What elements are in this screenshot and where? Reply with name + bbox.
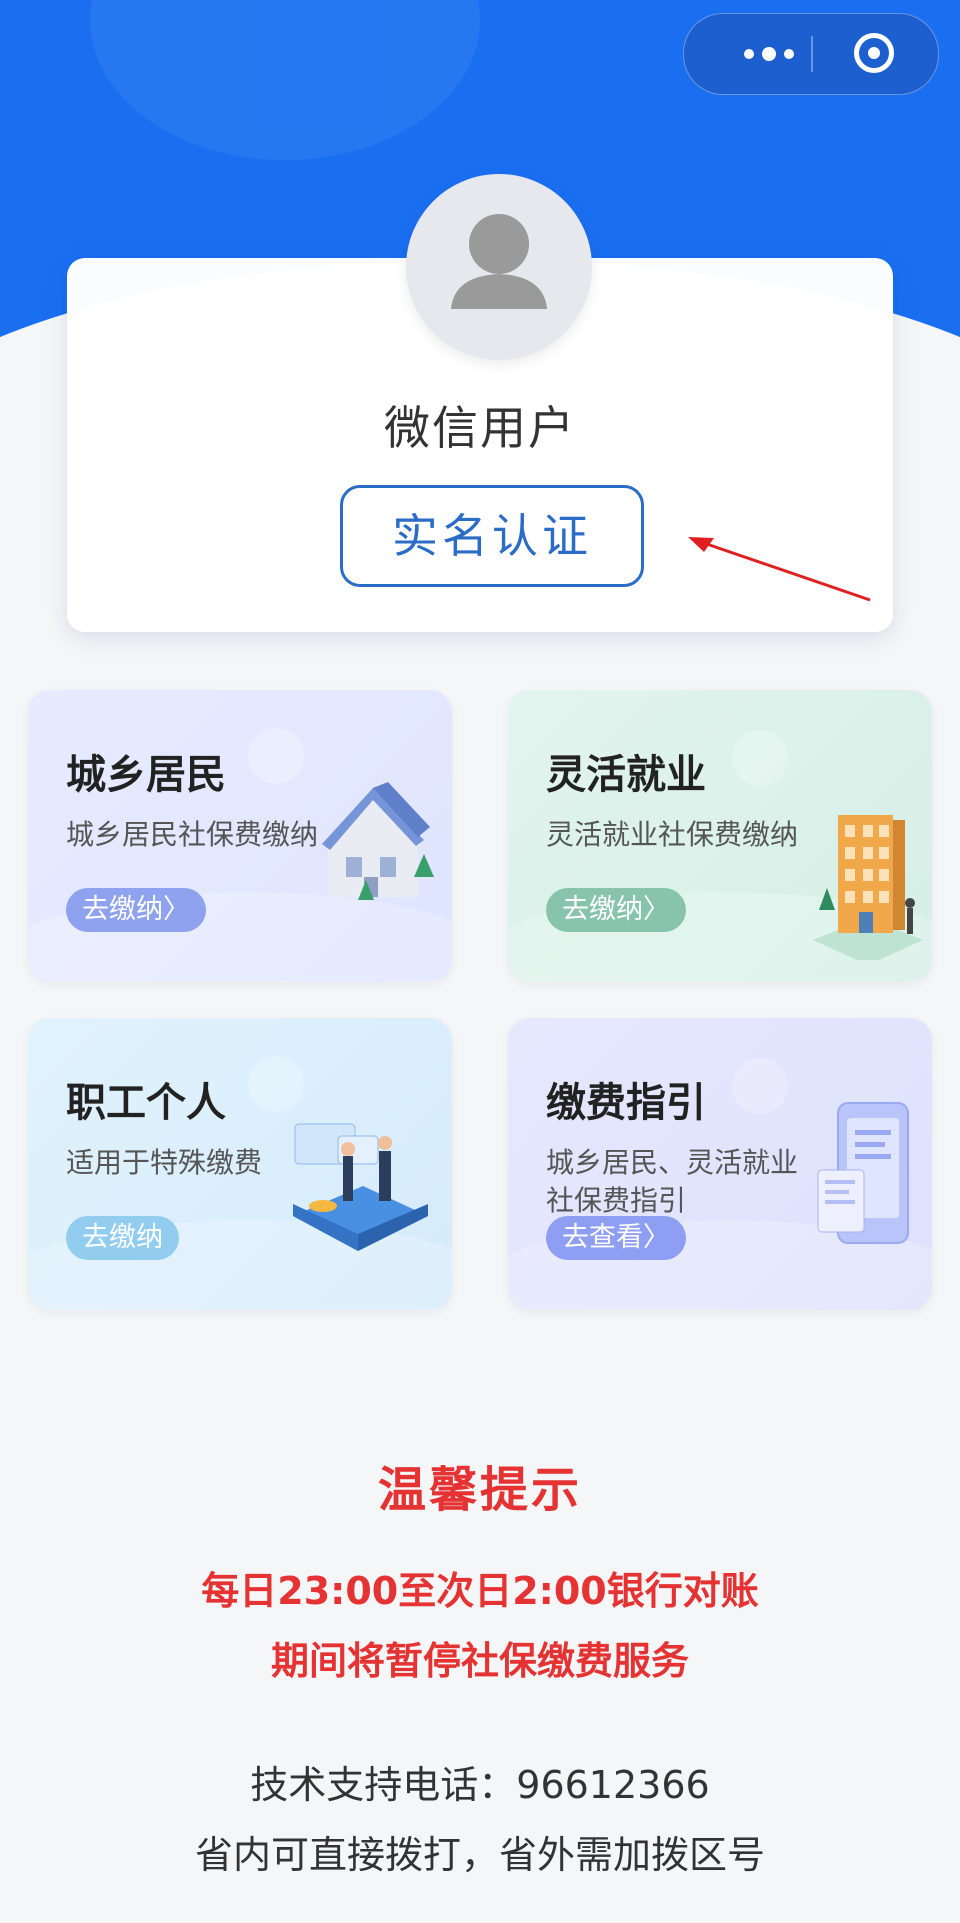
business-people-icon	[293, 1123, 428, 1251]
notice-title: 温馨提示	[377, 1462, 582, 1518]
view-button[interactable]: 去查看〉	[546, 1216, 686, 1260]
tile-subtitle: 城乡居民社保费缴纳	[66, 818, 319, 851]
tile-title: 缴费指引	[546, 1080, 706, 1126]
notice-line: 期间将暂停社保缴费服务	[270, 1639, 689, 1683]
capsule-divider	[811, 36, 813, 72]
tile-subtitle-line: 社保费指引	[546, 1184, 687, 1217]
avatar-icon[interactable]	[406, 174, 592, 360]
tile-payment-guide[interactable]: 缴费指引 城乡居民、灵活就业 社保费指引 去查看〉	[508, 1018, 932, 1310]
real-name-verify-button[interactable]: 实名认证	[340, 485, 644, 587]
header-decoration	[90, 0, 480, 160]
phone-document-icon	[817, 1102, 909, 1244]
notice-line: 每日23:00至次日2:00银行对账	[201, 1569, 759, 1613]
red-arrow-icon	[688, 537, 871, 602]
tile-urban-rural-residents[interactable]: 城乡居民 城乡居民社保费缴纳 去缴纳〉	[28, 690, 452, 982]
miniprogram-capsule	[683, 13, 939, 95]
house-icon	[322, 782, 434, 900]
tile-subtitle-line: 城乡居民、灵活就业	[546, 1146, 799, 1179]
tile-subtitle: 灵活就业社保费缴纳	[546, 818, 799, 851]
tile-title: 灵活就业	[546, 752, 706, 798]
support-note: 省内可直接拨打，省外需加拨区号	[194, 1833, 765, 1877]
support-phone[interactable]: 技术支持电话：96612366	[0, 1754, 960, 1809]
pay-button[interactable]: 去缴纳〉	[66, 888, 206, 932]
tile-decoration	[732, 730, 788, 786]
tile-decoration	[248, 728, 304, 784]
building-icon	[813, 815, 923, 960]
tile-title: 职工个人	[66, 1080, 226, 1126]
tile-employee-individual[interactable]: 职工个人 适用于特殊缴费 去缴纳	[28, 1018, 452, 1310]
tile-decoration	[732, 1058, 788, 1114]
pay-button[interactable]: 去缴纳〉	[546, 888, 686, 932]
tile-decoration	[248, 1056, 304, 1112]
tile-subtitle: 城乡居民、灵活就业 社保费指引	[546, 1144, 798, 1220]
tile-title: 城乡居民	[66, 752, 226, 798]
tile-subtitle: 适用于特殊缴费	[66, 1146, 263, 1179]
pay-button[interactable]: 去缴纳	[66, 1216, 179, 1260]
close-target-icon[interactable]	[854, 33, 894, 73]
more-dots-icon[interactable]	[724, 40, 814, 68]
user-name: 微信用户	[384, 401, 576, 455]
tile-flexible-employment[interactable]: 灵活就业 灵活就业社保费缴纳 去缴纳〉	[508, 690, 932, 982]
